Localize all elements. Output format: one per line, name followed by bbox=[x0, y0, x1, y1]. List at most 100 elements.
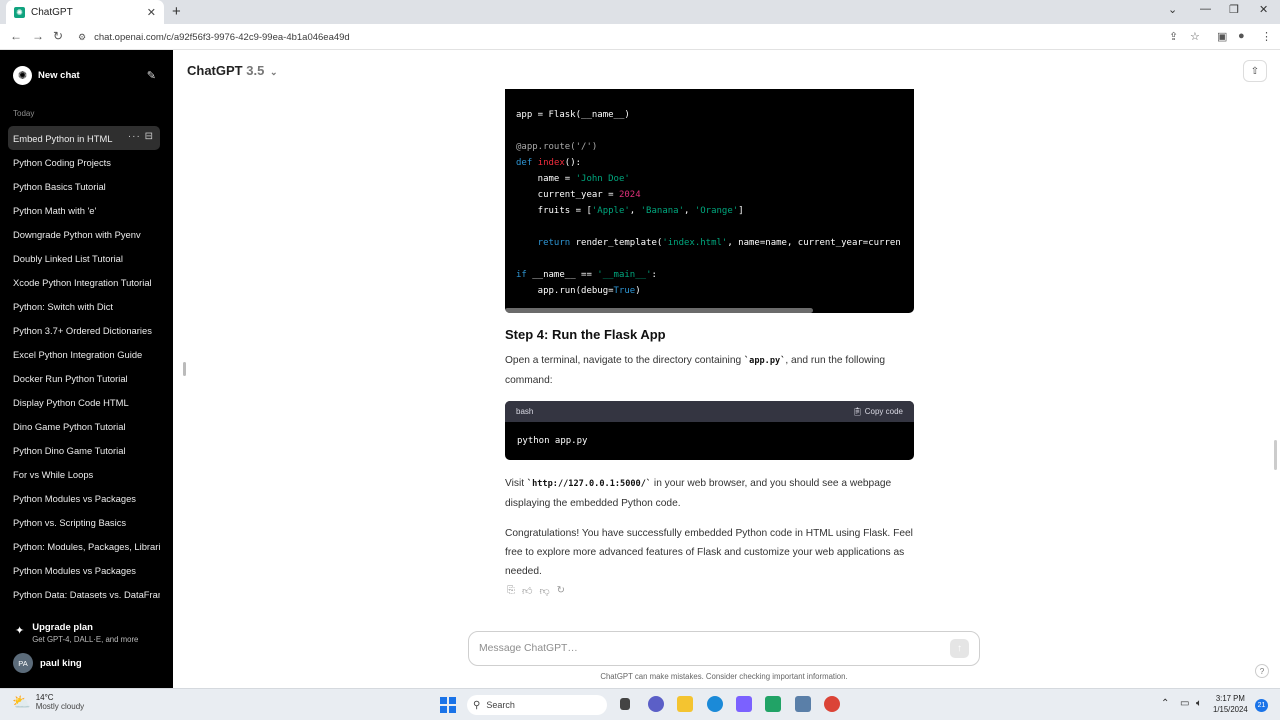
inline-code: `app.py` bbox=[743, 356, 786, 366]
inline-code: `http://127.0.0.1:5000/` bbox=[526, 479, 652, 489]
message-input[interactable]: Message ChatGPT… bbox=[479, 643, 950, 654]
reload-icon[interactable]: ↻ bbox=[53, 29, 63, 43]
python-code-block: app = Flask(__name__) @app.route('/') de… bbox=[505, 89, 914, 313]
help-button[interactable]: ? bbox=[1255, 664, 1269, 678]
code-block-header: bash 📋︎ Copy code bbox=[505, 401, 914, 422]
thumbs-down-icon[interactable]: 👎︎ bbox=[539, 585, 549, 597]
history-item[interactable]: Embed Python in HTML ··· ⊟ bbox=[8, 126, 160, 150]
history-item[interactable]: Python Coding Projects bbox=[8, 150, 160, 174]
history-item[interactable]: Downgrade Python with Pyenv bbox=[8, 222, 160, 246]
search-label: Search bbox=[486, 700, 515, 710]
user-name: paul king bbox=[40, 657, 82, 669]
forward-icon[interactable]: → bbox=[32, 29, 44, 43]
history-item[interactable]: Dino Game Python Tutorial bbox=[8, 414, 160, 438]
close-window-icon[interactable]: ✕ bbox=[1259, 3, 1268, 16]
copy-code-button[interactable]: 📋︎ Copy code bbox=[852, 407, 903, 416]
regenerate-icon[interactable]: ↻ bbox=[557, 585, 565, 597]
minimize-icon[interactable]: — bbox=[1200, 3, 1211, 15]
model-selector[interactable]: ChatGPT 3.5 ⌄ bbox=[187, 63, 278, 78]
share-page-icon[interactable]: ⇪ bbox=[1169, 30, 1178, 43]
history-item[interactable]: Python Modules vs Packages bbox=[8, 486, 160, 510]
partly-cloudy-icon: ⛅ bbox=[12, 694, 31, 711]
teams-chat-icon[interactable] bbox=[648, 696, 664, 712]
system-clock[interactable]: 3:17 PM 1/15/2024 bbox=[1213, 693, 1248, 715]
code-language-label: bash bbox=[516, 407, 534, 416]
openai-logo-icon: ✺ bbox=[13, 65, 32, 85]
notification-badge[interactable]: 21 bbox=[1255, 699, 1268, 712]
python-app-icon[interactable] bbox=[795, 696, 811, 712]
sidebar-resize-handle[interactable] bbox=[183, 362, 186, 376]
chat-history-list: Embed Python in HTML ··· ⊟ Python Coding … bbox=[8, 126, 160, 606]
start-button[interactable] bbox=[440, 697, 456, 713]
history-item[interactable]: Python Basics Tutorial bbox=[8, 174, 160, 198]
vpn-app-icon[interactable] bbox=[736, 696, 752, 712]
code-content: app = Flask(__name__) @app.route('/') de… bbox=[516, 110, 901, 296]
history-item[interactable]: Python vs. Scripting Basics bbox=[8, 510, 160, 534]
browser-menu-icon[interactable]: ⋮ bbox=[1261, 30, 1272, 43]
maximize-icon[interactable]: ❐ bbox=[1229, 3, 1239, 16]
history-item[interactable]: Python Modules vs Packages bbox=[8, 558, 160, 582]
history-item[interactable]: Python Math with 'e' bbox=[8, 198, 160, 222]
compose-icon[interactable]: ✎ bbox=[147, 69, 156, 82]
visit-paragraph: Visit `http://127.0.0.1:5000/` in your w… bbox=[505, 478, 892, 509]
avatar: PA bbox=[13, 653, 33, 673]
tray-chevron-up-icon[interactable]: ⌃ bbox=[1161, 698, 1169, 709]
history-item[interactable]: Docker Run Python Tutorial bbox=[8, 366, 160, 390]
history-item[interactable]: Xcode Python Integration Tutorial bbox=[8, 270, 160, 294]
share-chat-button[interactable]: ⇧ bbox=[1243, 60, 1267, 82]
bash-command: python app.py bbox=[517, 436, 588, 446]
page-scrollbar[interactable] bbox=[1274, 440, 1277, 470]
task-view-icon[interactable] bbox=[620, 698, 630, 710]
history-section-label: Today bbox=[13, 109, 35, 118]
profile-icon[interactable]: ● bbox=[1238, 30, 1245, 42]
code-horizontal-scrollbar[interactable] bbox=[505, 308, 813, 313]
edge-browser-icon[interactable] bbox=[707, 696, 723, 712]
history-item[interactable]: Python 3.7+ Ordered Dictionaries bbox=[8, 318, 160, 342]
user-menu-button[interactable]: PA paul king bbox=[13, 653, 82, 673]
history-item[interactable]: Display Python Code HTML bbox=[8, 390, 160, 414]
url-text[interactable]: chat.openai.com/c/a92f56f3-9976-42c9-99e… bbox=[94, 32, 350, 43]
send-button[interactable]: ↑ bbox=[950, 639, 969, 658]
excel-icon[interactable] bbox=[765, 696, 781, 712]
history-item[interactable]: Python Dino Game Tutorial bbox=[8, 438, 160, 462]
sidebar: ✺ New chat ✎ Today Embed Python in HTML ·… bbox=[0, 50, 173, 688]
history-item[interactable]: For vs While Loops bbox=[8, 462, 160, 486]
copy-icon[interactable]: ⎘ bbox=[507, 585, 515, 597]
browser-tab[interactable]: ✺ ChatGPT ✕ bbox=[6, 0, 164, 24]
address-bar[interactable]: ⚙ chat.openai.com/c/a92f56f3-9976-42c9-9… bbox=[70, 27, 1170, 47]
clipboard-icon: 📋︎ bbox=[852, 407, 863, 416]
thumbs-up-icon[interactable]: 👍︎ bbox=[522, 585, 532, 597]
os-taskbar: ⛅ 14°C Mostly cloudy ⚲ Search ⌃ ▭ 🔈︎ 3:1… bbox=[0, 688, 1280, 720]
browser-tab-bar: ✺ ChatGPT ✕ + ⌄ — ❐ ✕ bbox=[0, 0, 1280, 24]
file-explorer-icon[interactable] bbox=[677, 696, 693, 712]
network-icon[interactable]: ▭ bbox=[1180, 698, 1189, 709]
history-item[interactable]: Doubly Linked List Tutorial bbox=[8, 246, 160, 270]
message-actions: ⎘ 👍︎ 👎︎ ↻ bbox=[507, 585, 565, 597]
close-tab-icon[interactable]: ✕ bbox=[147, 6, 156, 19]
volume-icon[interactable]: 🔈︎ bbox=[1196, 698, 1202, 709]
side-panel-icon[interactable]: ▣ bbox=[1217, 30, 1227, 43]
upgrade-plan-button[interactable]: ✦ Upgrade plan Get GPT-4, DALL·E, and mo… bbox=[15, 622, 138, 644]
disclaimer-text: ChatGPT can make mistakes. Consider chec… bbox=[600, 672, 848, 681]
history-item[interactable]: Python: Modules, Packages, Libraries bbox=[8, 534, 160, 558]
tab-search-chevron-icon[interactable]: ⌄ bbox=[1168, 3, 1177, 16]
step4-heading: Step 4: Run the Flask App bbox=[505, 327, 666, 342]
sparkle-icon: ✦ bbox=[15, 625, 25, 637]
back-icon[interactable]: ← bbox=[10, 29, 22, 43]
new-tab-icon[interactable]: + bbox=[172, 3, 181, 20]
new-chat-button[interactable]: ✺ New chat ✎ bbox=[8, 62, 160, 88]
history-item[interactable]: Python Data: Datasets vs. DataFrames bbox=[8, 582, 160, 606]
congrats-paragraph: Congratulations! You have successfully e… bbox=[505, 528, 913, 577]
site-info-icon[interactable]: ⚙ bbox=[78, 32, 86, 43]
history-item[interactable]: Python: Switch with Dict bbox=[8, 294, 160, 318]
weather-condition: Mostly cloudy bbox=[35, 702, 85, 711]
upgrade-subtitle: Get GPT-4, DALL·E, and more bbox=[32, 635, 139, 644]
more-options-icon[interactable]: ··· ⊟ bbox=[128, 131, 154, 142]
message-composer[interactable]: Message ChatGPT… ↑ bbox=[468, 631, 980, 666]
weather-widget[interactable]: ⛅ 14°C Mostly cloudy bbox=[12, 693, 84, 711]
history-item[interactable]: Excel Python Integration Guide bbox=[8, 342, 160, 366]
taskbar-search[interactable]: ⚲ Search bbox=[467, 695, 607, 715]
chrome-icon[interactable] bbox=[824, 696, 840, 712]
bookmark-star-icon[interactable]: ☆ bbox=[1190, 30, 1200, 43]
upgrade-title: Upgrade plan bbox=[32, 622, 93, 633]
